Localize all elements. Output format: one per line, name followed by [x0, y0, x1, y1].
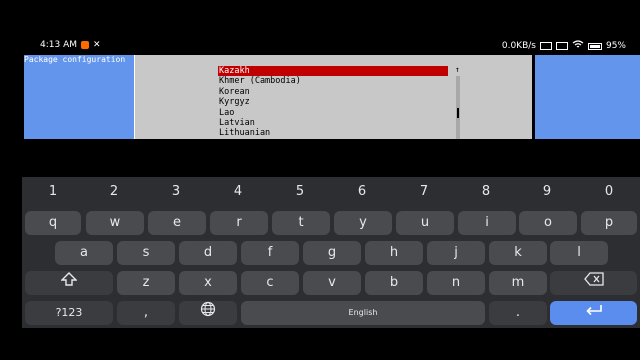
key-v[interactable]: v	[303, 271, 361, 295]
key-g[interactable]: g	[303, 241, 361, 265]
key-k[interactable]: k	[489, 241, 547, 265]
key-1[interactable]: 1	[38, 183, 68, 201]
key-d[interactable]: d	[179, 241, 237, 265]
key-6[interactable]: 6	[347, 183, 377, 201]
notification-extra-icon: ✕	[93, 40, 101, 50]
list-item[interactable]: Latvian	[218, 118, 448, 128]
key-l[interactable]: l	[550, 241, 608, 265]
number-row: 1 2 3 4 5 6 7 8 9 0	[22, 183, 640, 201]
language-switch-key[interactable]	[179, 301, 237, 325]
key-b[interactable]: b	[365, 271, 423, 295]
network-speed: 0.0KB/s	[501, 41, 536, 51]
notification-app-icon	[81, 41, 89, 49]
status-bar: 4:13 AM ✕ 0.0KB/s 95%	[0, 36, 640, 54]
key-h[interactable]: h	[365, 241, 423, 265]
key-2[interactable]: 2	[99, 183, 129, 201]
key-0[interactable]: 0	[594, 183, 624, 201]
key-3[interactable]: 3	[161, 183, 191, 201]
key-i[interactable]: i	[458, 211, 516, 235]
key-o[interactable]: o	[519, 211, 577, 235]
shift-key[interactable]	[25, 271, 113, 295]
key-m[interactable]: m	[489, 271, 547, 295]
key-w[interactable]: w	[86, 211, 144, 235]
list-item[interactable]: Kazakh	[218, 66, 448, 77]
key-r[interactable]: r	[210, 211, 268, 235]
terminal-window: Package configuration Kazakh Khmer (Camb…	[24, 55, 640, 139]
key-u[interactable]: u	[396, 211, 454, 235]
key-z[interactable]: z	[117, 271, 175, 295]
list-item[interactable]: Lithuanian	[218, 128, 448, 138]
signal-icon	[555, 42, 568, 50]
enter-key[interactable]	[550, 301, 637, 325]
package-config-title: Package configuration	[24, 55, 126, 64]
scroll-thumb[interactable]	[457, 108, 459, 118]
key-8[interactable]: 8	[471, 183, 501, 201]
backspace-key[interactable]	[550, 271, 637, 295]
list-item[interactable]: Lao	[218, 108, 448, 118]
battery-icon	[587, 42, 602, 50]
divider	[532, 55, 535, 139]
space-bar[interactable]: English	[241, 301, 485, 325]
key-s[interactable]: s	[117, 241, 175, 265]
battery-percent: 95%	[605, 41, 626, 51]
scrollbar[interactable]: ↑	[455, 66, 461, 139]
list-item[interactable]: Kyrgyz	[218, 97, 448, 107]
key-c[interactable]: c	[241, 271, 299, 295]
shift-icon	[60, 271, 78, 295]
key-p[interactable]: p	[581, 211, 637, 235]
wifi-icon	[572, 40, 584, 52]
list-item[interactable]: Korean	[218, 87, 448, 97]
clock: 4:13 AM	[40, 40, 77, 50]
scroll-up-arrow-icon[interactable]: ↑	[455, 66, 460, 74]
key-t[interactable]: t	[272, 211, 330, 235]
key-a[interactable]: a	[55, 241, 113, 265]
key-5[interactable]: 5	[285, 183, 315, 201]
key-x[interactable]: x	[179, 271, 237, 295]
key-j[interactable]: j	[427, 241, 485, 265]
language-list[interactable]: Kazakh Khmer (Cambodia) Korean Kyrgyz La…	[218, 66, 448, 139]
list-item[interactable]: Khmer (Cambodia)	[218, 76, 448, 86]
sim-icon	[539, 42, 552, 50]
enter-icon	[585, 301, 603, 325]
on-screen-keyboard: 1 2 3 4 5 6 7 8 9 0 q w e r t y u i o p …	[22, 177, 640, 328]
key-4[interactable]: 4	[223, 183, 253, 201]
globe-icon	[200, 301, 216, 326]
key-q[interactable]: q	[25, 211, 81, 235]
comma-key[interactable]: ,	[117, 301, 175, 325]
key-7[interactable]: 7	[409, 183, 439, 201]
key-f[interactable]: f	[241, 241, 299, 265]
key-y[interactable]: y	[334, 211, 392, 235]
key-9[interactable]: 9	[532, 183, 562, 201]
language-dialog: Kazakh Khmer (Cambodia) Korean Kyrgyz La…	[134, 55, 534, 139]
key-n[interactable]: n	[427, 271, 485, 295]
backspace-icon	[583, 271, 604, 295]
symbols-key[interactable]: ?123	[25, 301, 113, 325]
period-key[interactable]: .	[489, 301, 547, 325]
key-e[interactable]: e	[148, 211, 206, 235]
